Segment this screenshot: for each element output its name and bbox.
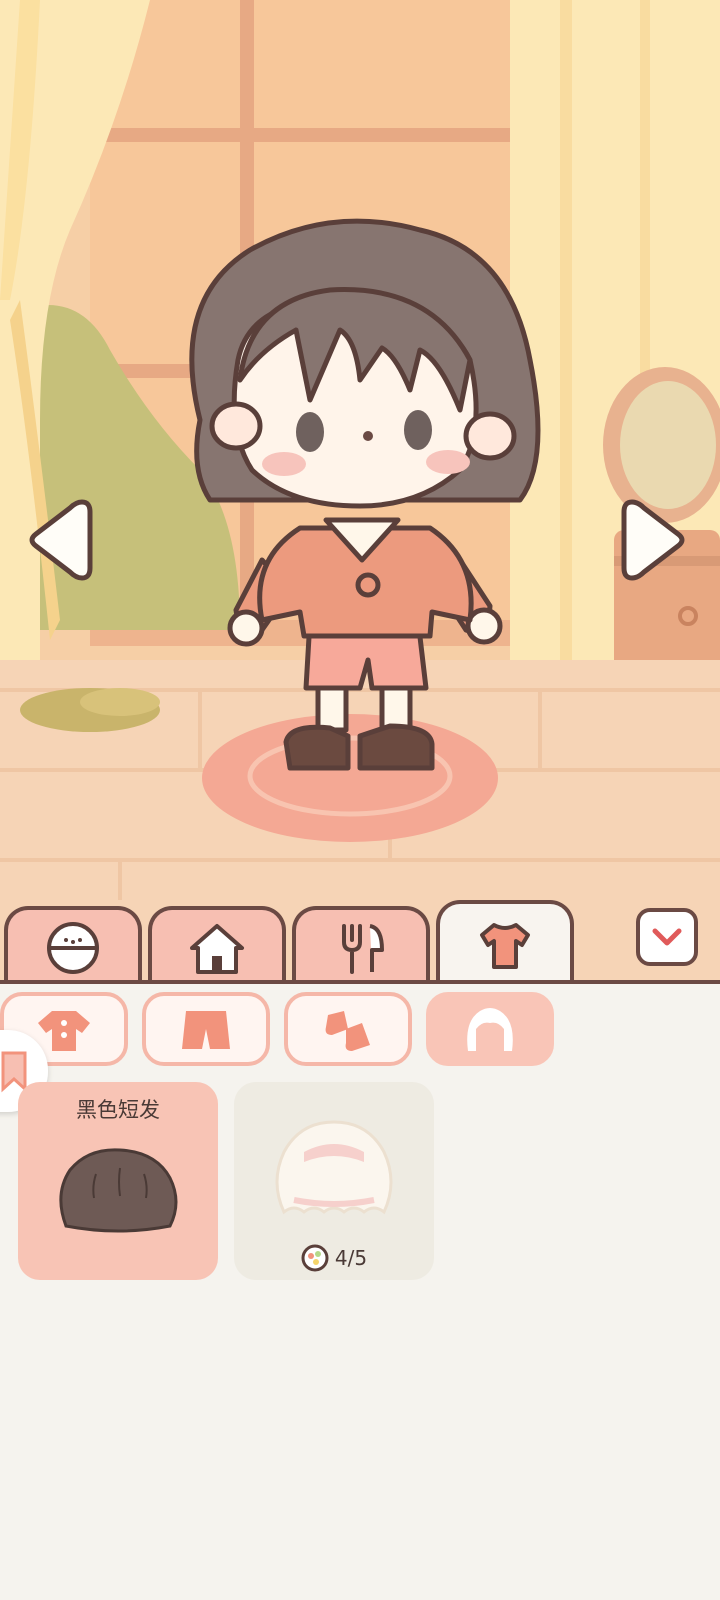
tab-house[interactable] (148, 906, 286, 986)
house-icon (190, 924, 244, 974)
tab-clothes[interactable] (436, 900, 574, 986)
item-cost-value: 4/5 (334, 1246, 368, 1270)
chevron-down-icon (652, 928, 682, 946)
item-card-locked-hair[interactable]: 4/5 (234, 1082, 434, 1280)
fork-knife-icon (342, 924, 384, 974)
hair-icon (467, 1008, 513, 1051)
item-card-black-short-hair[interactable]: 黑色短发 (18, 1082, 218, 1280)
tab-face[interactable] (4, 906, 142, 986)
candy-coin-icon (301, 1244, 329, 1272)
wardrobe-panel (0, 984, 720, 1600)
game-scene (0, 0, 720, 1000)
room-illustration (0, 0, 720, 1000)
item-label: 黑色短发 (76, 1098, 160, 1122)
face-icon (47, 922, 99, 974)
arrow-right-icon (621, 499, 685, 581)
next-arrow-button[interactable] (620, 490, 690, 590)
category-tabbar (0, 900, 720, 986)
item-cost: 4/5 (234, 1244, 434, 1272)
collapse-panel-button[interactable] (636, 908, 698, 966)
arrow-left-icon (29, 499, 93, 581)
subtab-hair[interactable] (426, 992, 554, 1066)
shorts-icon (182, 1011, 230, 1049)
short-hair-preview (59, 1148, 178, 1233)
shirt-icon (480, 923, 530, 969)
subtab-shoes[interactable] (284, 992, 412, 1066)
previous-arrow-button[interactable] (24, 490, 94, 590)
tab-food[interactable] (292, 906, 430, 986)
subtab-bottom[interactable] (142, 992, 270, 1066)
long-hair-preview (275, 1120, 393, 1215)
shoes-icon (325, 1011, 370, 1051)
